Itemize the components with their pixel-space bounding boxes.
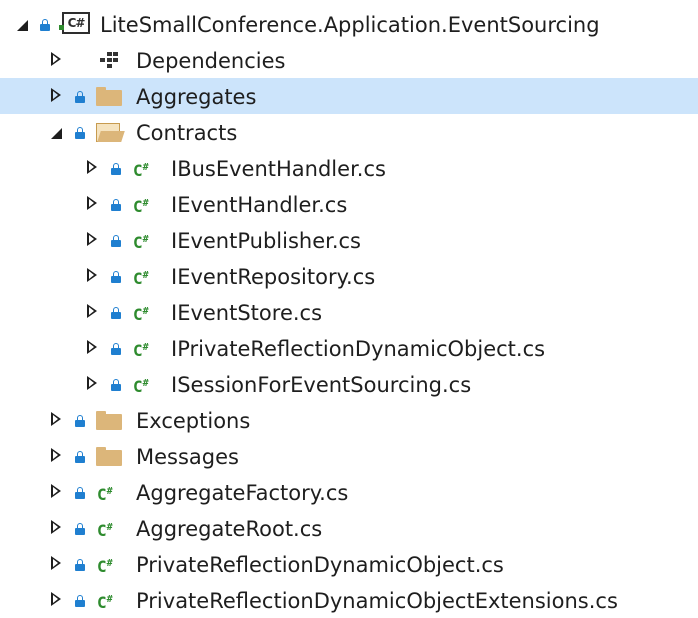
tree-row-project[interactable]: C# LiteSmallConference.Application.Event… [0,6,698,42]
lock-icon [111,199,121,211]
csharp-project-icon: C# [59,12,90,34]
csharp-file-icon: C# [133,305,149,324]
folder-icon [96,87,122,106]
solution-explorer-tree: C# LiteSmallConference.Application.Event… [0,6,698,618]
lock-icon [75,523,85,535]
lock-icon [75,127,85,139]
expand-closed-icon[interactable] [87,232,97,246]
tree-item-label: AggregateRoot.cs [136,517,323,541]
expand-closed-icon[interactable] [51,556,61,570]
tree-row-file[interactable]: C# IEventStore.cs [0,294,698,330]
tree-row-file[interactable]: C# IEventRepository.cs [0,258,698,294]
lock-icon [75,91,85,103]
expand-open-icon[interactable] [17,20,28,31]
tree-item-label: Messages [136,445,239,469]
tree-item-label: IEventHandler.cs [171,193,348,217]
expand-closed-icon[interactable] [87,196,97,210]
expand-closed-icon[interactable] [51,52,61,66]
dependencies-icon [98,52,120,68]
csharp-file-icon: C# [97,485,113,504]
tree-item-label: Aggregates [136,85,257,109]
lock-icon [75,559,85,571]
expand-closed-icon[interactable] [87,268,97,282]
csharp-file-icon: C# [97,557,113,576]
csharp-file-icon: C# [133,269,149,288]
csharp-file-icon: C# [133,233,149,252]
tree-row-file[interactable]: C# PrivateReflectionDynamicObjectExtensi… [0,582,698,618]
tree-item-label: IEventStore.cs [171,301,323,325]
lock-icon [40,19,50,31]
tree-row-messages[interactable]: Messages [0,438,698,474]
lock-icon [111,271,121,283]
lock-icon [75,451,85,463]
csharp-file-icon: C# [133,197,149,216]
tree-row-file[interactable]: C# PrivateReflectionDynamicObject.cs [0,546,698,582]
csharp-file-icon: C# [97,521,113,540]
lock-icon [75,595,85,607]
tree-item-label: PrivateReflectionDynamicObject.cs [136,553,504,577]
expand-closed-icon[interactable] [87,376,97,390]
folder-icon [96,411,122,430]
expand-closed-icon[interactable] [87,160,97,174]
tree-row-file[interactable]: C# IPrivateReflectionDynamicObject.cs [0,330,698,366]
tree-item-label: IEventRepository.cs [171,265,376,289]
expand-closed-icon[interactable] [87,304,97,318]
tree-item-label: Dependencies [136,49,286,73]
tree-item-label: PrivateReflectionDynamicObjectExtensions… [136,589,618,613]
expand-closed-icon[interactable] [51,412,61,426]
csharp-file-icon: C# [133,341,149,360]
lock-icon [75,415,85,427]
csharp-file-icon: C# [133,161,149,180]
lock-icon [111,379,121,391]
lock-icon [111,343,121,355]
folder-open-icon [96,123,125,142]
tree-row-file[interactable]: C# IBusEventHandler.cs [0,150,698,186]
tree-item-label: IEventPublisher.cs [171,229,361,253]
tree-row-file[interactable]: C# AggregateFactory.cs [0,474,698,510]
tree-item-label: IPrivateReflectionDynamicObject.cs [171,337,546,361]
lock-icon [75,487,85,499]
expand-closed-icon[interactable] [51,520,61,534]
tree-item-label: AggregateFactory.cs [136,481,349,505]
lock-icon [111,163,121,175]
csharp-file-icon: C# [97,593,113,612]
tree-item-label: Exceptions [136,409,251,433]
tree-row-file[interactable]: C# IEventHandler.cs [0,186,698,222]
tree-row-dependencies[interactable]: Dependencies [0,42,698,78]
csharp-file-icon: C# [133,377,149,396]
lock-icon [111,307,121,319]
tree-item-label: ISessionForEventSourcing.cs [171,373,472,397]
expand-closed-icon[interactable] [51,592,61,606]
tree-row-file[interactable]: C# IEventPublisher.cs [0,222,698,258]
tree-item-label: Contracts [136,121,238,145]
tree-row-file[interactable]: C# AggregateRoot.cs [0,510,698,546]
lock-icon [111,235,121,247]
tree-row-aggregates[interactable]: Aggregates [0,78,698,114]
tree-row-file[interactable]: C# ISessionForEventSourcing.cs [0,366,698,402]
expand-closed-icon[interactable] [51,484,61,498]
expand-closed-icon[interactable] [87,340,97,354]
expand-open-icon[interactable] [51,128,62,139]
folder-icon [96,447,122,466]
expand-closed-icon[interactable] [51,88,61,102]
expand-closed-icon[interactable] [51,448,61,462]
project-label: LiteSmallConference.Application.EventSou… [100,13,600,37]
tree-row-exceptions[interactable]: Exceptions [0,402,698,438]
tree-row-contracts[interactable]: Contracts [0,114,698,150]
tree-item-label: IBusEventHandler.cs [171,157,386,181]
